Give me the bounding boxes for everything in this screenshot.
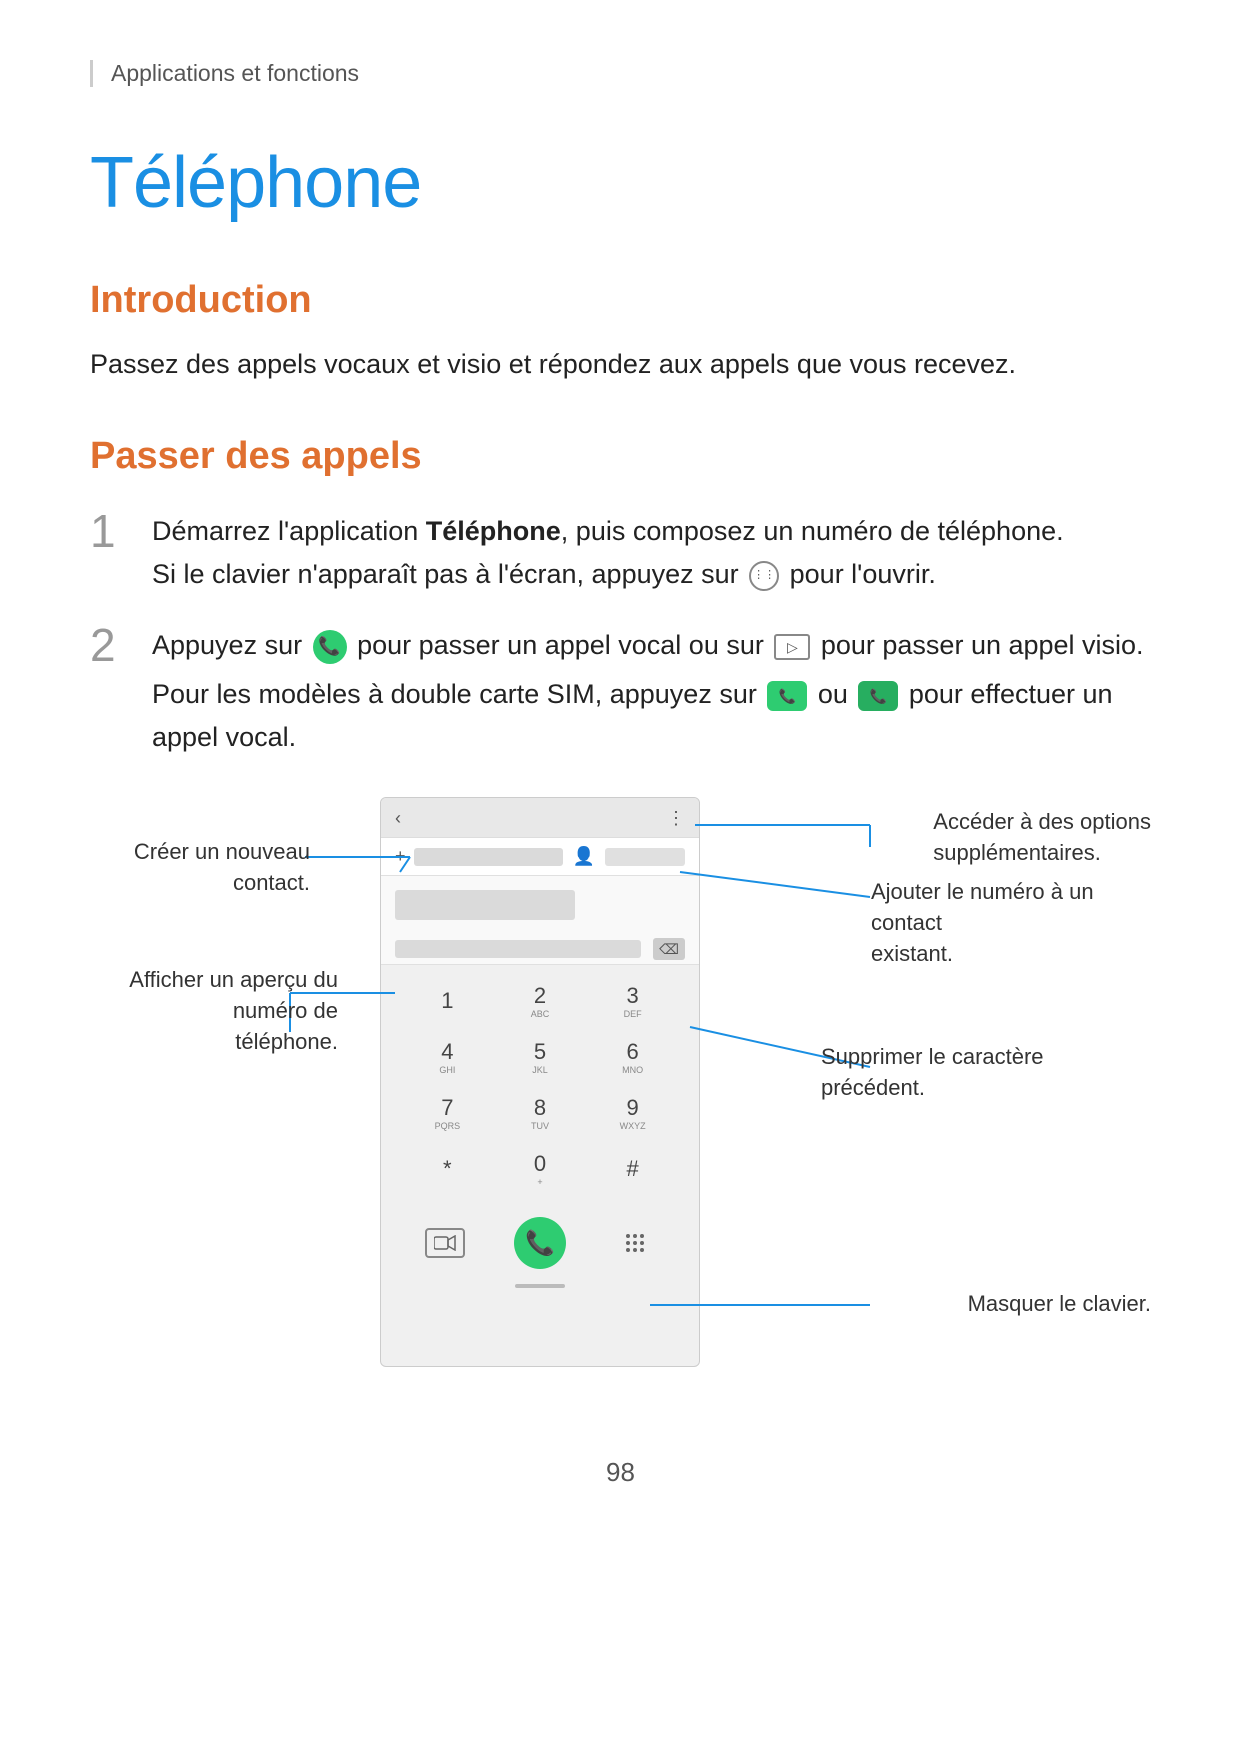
blurred-number-bar bbox=[414, 848, 563, 866]
annotation-hide-keypad: Masquer le clavier. bbox=[968, 1289, 1151, 1320]
number-display-area bbox=[381, 876, 699, 934]
video-call-icon: ▷ bbox=[774, 634, 810, 660]
breadcrumb-text: Applications et fonctions bbox=[111, 60, 359, 87]
step-2: 2 Appuyez sur 📞 pour passer un appel voc… bbox=[90, 624, 1151, 760]
contacts-row: + 👤 bbox=[381, 838, 699, 876]
annotation-more-options: Accéder à des optionssupplémentaires. bbox=[933, 807, 1151, 869]
page-number: 98 bbox=[90, 1457, 1151, 1488]
step-1-bold: Téléphone bbox=[426, 516, 561, 546]
key-2: 2ABC bbox=[494, 973, 587, 1029]
key-8: 8TUV bbox=[494, 1085, 587, 1141]
key-7: 7PQRS bbox=[401, 1085, 494, 1141]
annotation-delete-char: Supprimer le caractère précédent. bbox=[821, 1042, 1151, 1104]
step-1-number: 1 bbox=[90, 506, 152, 557]
step-1-line1: Démarrez l'application Téléphone, puis c… bbox=[152, 510, 1151, 553]
number-display-blurred bbox=[395, 890, 575, 920]
blurred-name-bar bbox=[605, 848, 685, 866]
keypad: 1 2ABC 3DEF 4GHI 5JKL 6MNO 7PQRS 8TUV 9W… bbox=[381, 965, 699, 1205]
keyboard-hide-bar bbox=[381, 1279, 699, 1293]
back-arrow-icon: ‹ bbox=[395, 808, 401, 829]
backspace-row: ⌫ bbox=[381, 934, 699, 965]
phone-call-icon: 📞 bbox=[313, 630, 347, 664]
page-container: Applications et fonctions Téléphone Intr… bbox=[0, 0, 1241, 1548]
key-6: 6MNO bbox=[586, 1029, 679, 1085]
hide-keypad-icon bbox=[615, 1223, 655, 1263]
step-1-line2: Si le clavier n'apparaît pas à l'écran, … bbox=[152, 553, 1151, 596]
step-1: 1 Démarrez l'application Téléphone, puis… bbox=[90, 510, 1151, 596]
key-0: 0+ bbox=[494, 1141, 587, 1197]
number-preview-blurred bbox=[395, 940, 641, 958]
introduction-title: Introduction bbox=[90, 279, 1151, 322]
key-4: 4GHI bbox=[401, 1029, 494, 1085]
step-2-line1: Appuyez sur 📞 pour passer un appel vocal… bbox=[152, 624, 1151, 667]
video-call-button-icon bbox=[425, 1228, 465, 1258]
key-3: 3DEF bbox=[586, 973, 679, 1029]
introduction-body: Passez des appels vocaux et visio et rép… bbox=[90, 344, 1151, 385]
key-5: 5JKL bbox=[494, 1029, 587, 1085]
introduction-section: Introduction Passez des appels vocaux et… bbox=[90, 279, 1151, 385]
add-contact-plus-icon: + bbox=[395, 846, 406, 867]
person-icon: 👤 bbox=[573, 846, 595, 867]
annotation-add-existing: Ajouter le numéro à un contactexistant. bbox=[871, 877, 1151, 969]
backspace-icon: ⌫ bbox=[653, 938, 685, 960]
phone-screen-header: ‹ ⋮ bbox=[381, 798, 699, 838]
step-2-content: Appuyez sur 📞 pour passer un appel vocal… bbox=[152, 624, 1151, 760]
phone-screen-mockup: ‹ ⋮ + 👤 ⌫ bbox=[380, 797, 700, 1367]
key-star: * bbox=[401, 1141, 494, 1197]
annotation-show-preview: Afficher un aperçu du numéro detéléphone… bbox=[90, 965, 338, 1057]
sim1-icon: 📞 bbox=[767, 681, 807, 711]
call-button-icon: 📞 bbox=[514, 1217, 566, 1269]
annotation-create-contact: Créer un nouveau contact. bbox=[90, 837, 310, 899]
keyboard-hide-handle bbox=[515, 1284, 565, 1288]
breadcrumb: Applications et fonctions bbox=[90, 60, 1151, 87]
grid-icon-inline: ⋮⋮ bbox=[749, 561, 779, 591]
passer-appels-title: Passer des appels bbox=[90, 435, 1151, 478]
step-2-line2: Pour les modèles à double carte SIM, app… bbox=[152, 673, 1151, 759]
step-1-content: Démarrez l'application Téléphone, puis c… bbox=[152, 510, 1151, 596]
key-9: 9WXYZ bbox=[586, 1085, 679, 1141]
key-1: 1 bbox=[401, 973, 494, 1029]
sim2-icon: 📞 bbox=[858, 681, 898, 711]
page-title: Téléphone bbox=[90, 142, 1151, 224]
menu-dots-icon: ⋮ bbox=[667, 808, 685, 829]
keypad-bottom-row: 📞 bbox=[381, 1205, 699, 1279]
step-2-number: 2 bbox=[90, 620, 152, 671]
key-hash: # bbox=[586, 1141, 679, 1197]
diagram: ‹ ⋮ + 👤 ⌫ bbox=[90, 797, 1151, 1397]
passer-appels-section: Passer des appels 1 Démarrez l'applicati… bbox=[90, 435, 1151, 1398]
